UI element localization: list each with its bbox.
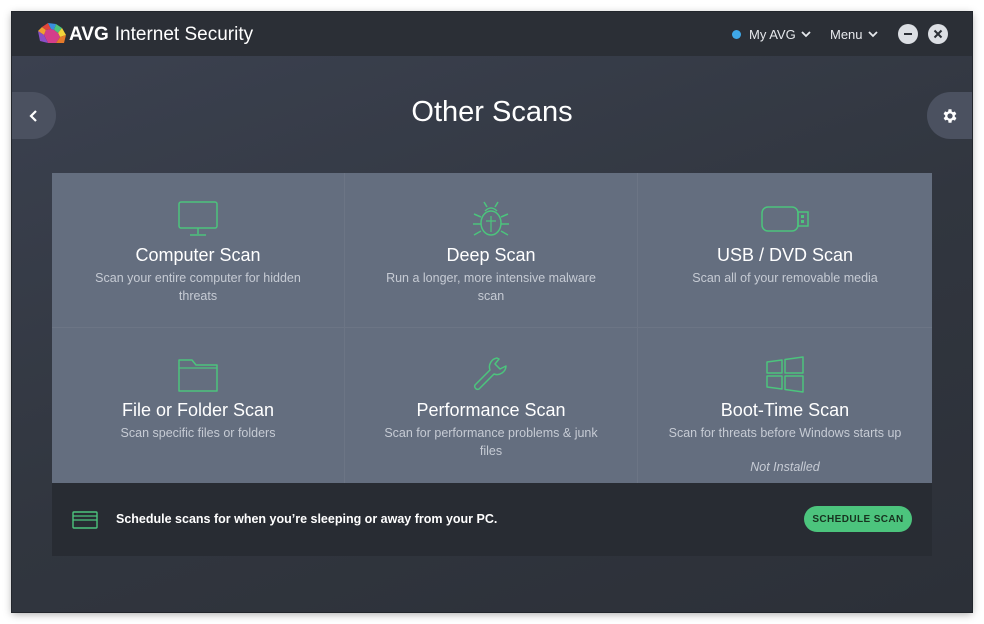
tile-title: Deep Scan: [446, 245, 536, 265]
menu-label: Menu: [830, 27, 863, 42]
tile-description: Scan specific files or folders: [120, 426, 276, 440]
calendar-icon: [72, 511, 98, 529]
avg-logo-icon: [38, 23, 66, 43]
monitor-icon: [178, 201, 218, 236]
schedule-bar: Schedule scans for when you’re sleeping …: [52, 483, 932, 556]
tile-description: Run a longer, more intensive malware sca…: [386, 271, 596, 303]
computer-scan-tile[interactable]: Computer Scan Scan your entire computer …: [52, 173, 345, 328]
app-title: AVG Internet Security: [69, 24, 253, 46]
file-folder-scan-tile[interactable]: File or Folder Scan Scan specific files …: [52, 328, 345, 483]
brand-name: AVG: [69, 24, 109, 45]
menu-dropdown[interactable]: Menu: [830, 27, 878, 42]
boot-time-scan-tile[interactable]: Boot-Time Scan Scan for threats before W…: [638, 328, 932, 483]
tile-description: Scan all of your removable media: [692, 271, 878, 285]
tile-title: Computer Scan: [135, 245, 261, 265]
wrench-icon: [473, 357, 507, 391]
tile-title: File or Folder Scan: [121, 400, 275, 420]
not-installed-note: Not Installed: [750, 460, 820, 474]
folder-icon: [178, 359, 218, 392]
minimize-icon: [904, 33, 912, 35]
bug-icon: [473, 201, 509, 236]
product-name: Internet Security: [114, 24, 254, 45]
minimize-button[interactable]: [898, 24, 918, 44]
tile-description: Scan for performance problems & junk fil…: [384, 426, 598, 458]
tile-title: Boot-Time Scan: [720, 400, 850, 420]
performance-scan-tile[interactable]: Performance Scan Scan for performance pr…: [345, 328, 638, 483]
tile-description: Scan for threats before Windows starts u…: [668, 426, 902, 440]
app-window: AVG Internet Security My AVG Menu Other S…: [12, 12, 972, 612]
my-avg-label: My AVG: [749, 27, 796, 42]
tile-description: Scan your entire computer for hidden thr…: [95, 271, 301, 303]
page-title: Other Scans: [411, 96, 573, 128]
windows-icon: [766, 356, 804, 393]
deep-scan-tile[interactable]: Deep Scan Run a longer, more intensive m…: [345, 173, 638, 328]
my-avg-dropdown[interactable]: My AVG: [732, 27, 811, 42]
usb-dvd-scan-tile[interactable]: USB / DVD Scan Scan all of your removabl…: [638, 173, 932, 328]
tile-title: USB / DVD Scan: [716, 245, 854, 265]
close-icon: [933, 29, 943, 39]
usb-icon: [761, 206, 809, 232]
scan-grid: Computer Scan Scan your entire computer …: [52, 173, 932, 483]
chevron-down-icon: [867, 31, 878, 38]
tile-title: Performance Scan: [416, 400, 566, 420]
schedule-scan-button[interactable]: SCHEDULE SCAN: [804, 506, 912, 532]
chevron-down-icon: [801, 31, 811, 38]
title-bar: AVG Internet Security My AVG Menu: [12, 12, 972, 56]
schedule-text: Schedule scans for when you’re sleeping …: [116, 512, 498, 526]
status-dot: [732, 30, 741, 39]
close-button[interactable]: [928, 24, 948, 44]
